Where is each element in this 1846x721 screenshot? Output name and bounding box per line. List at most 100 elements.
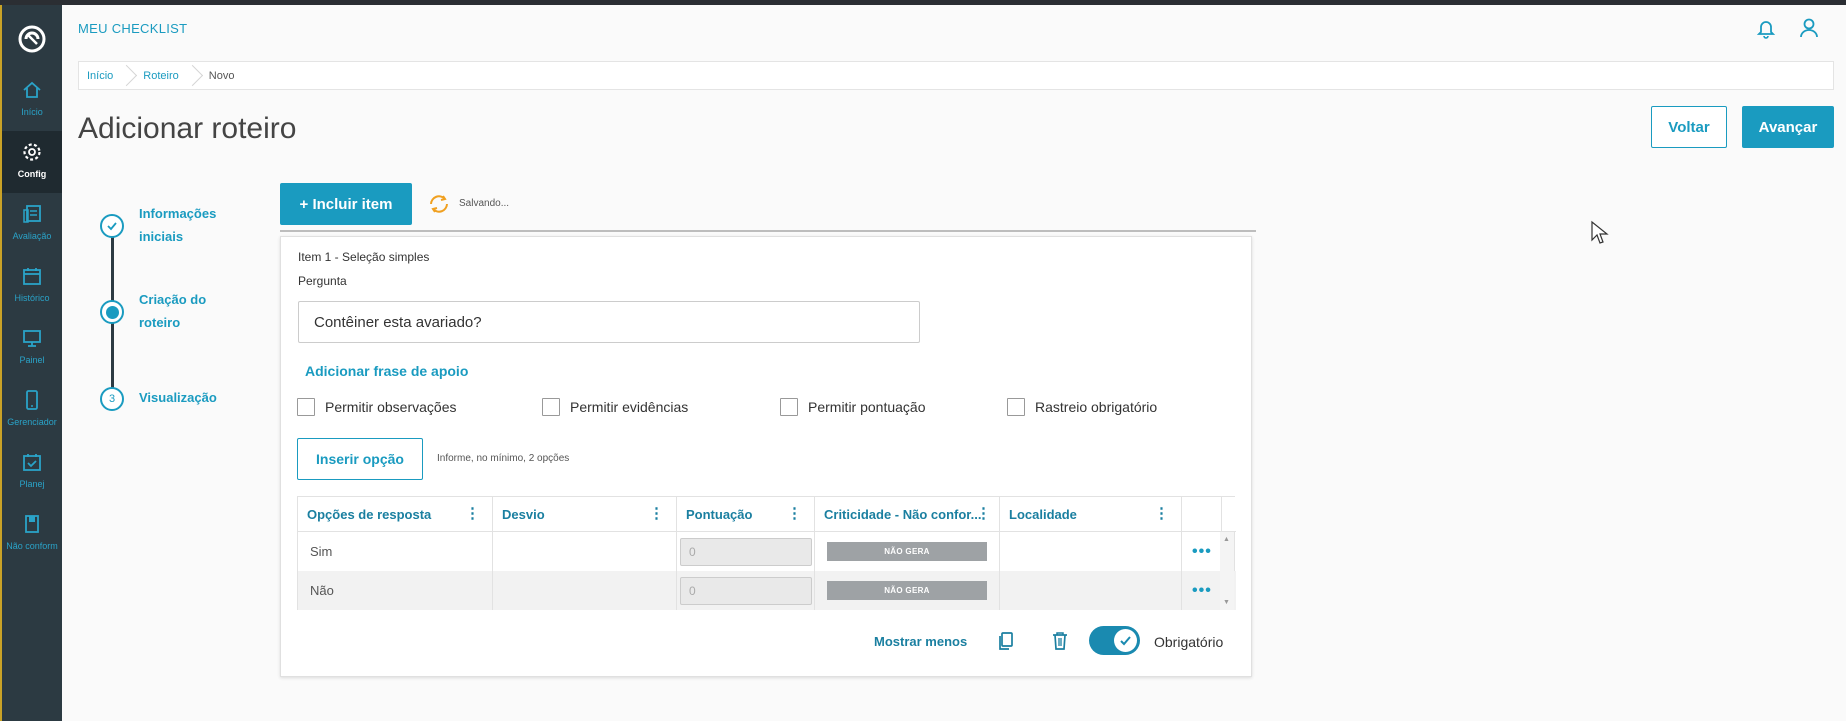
check-icon [107, 222, 117, 231]
cell-opcao[interactable]: Não [298, 571, 493, 610]
column-menu-icon[interactable]: ⋮ [1154, 506, 1169, 521]
column-header-label: Criticidade - Não confor... [824, 507, 982, 522]
step-informacoes-iniciais[interactable]: Informações iniciais [139, 202, 239, 248]
sidebar-item-historico[interactable]: Histórico [2, 255, 62, 317]
calendar-icon [23, 268, 41, 285]
column-menu-icon[interactable]: ⋮ [787, 506, 802, 521]
checkbox-box[interactable] [542, 398, 560, 416]
criticidade-badge[interactable]: NÃO GERA [827, 581, 987, 600]
cell-localidade[interactable] [1000, 532, 1182, 571]
sidebar: Início Config Avaliação Histórico Painel… [0, 5, 62, 721]
card-divider [280, 230, 1256, 232]
column-menu-icon[interactable]: ⋮ [976, 506, 991, 521]
sidebar-item-painel[interactable]: Painel [2, 317, 62, 379]
copy-icon[interactable] [996, 630, 1016, 652]
checkbox-label: Permitir evidências [570, 399, 689, 415]
cell-desvio[interactable] [493, 532, 677, 571]
item-card: Item 1 - Seleção simples Pergunta Adicio… [280, 236, 1252, 677]
sidebar-item-inicio[interactable]: Início [2, 69, 62, 131]
pontuacao-input[interactable]: 0 [680, 576, 812, 605]
column-header-label: Desvio [502, 507, 545, 522]
app-title: MEU CHECKLIST [78, 21, 188, 36]
avancar-button[interactable]: Avançar [1742, 106, 1834, 148]
cell-desvio[interactable] [493, 571, 677, 610]
monitor-icon [23, 330, 41, 347]
step-done-indicator[interactable] [100, 214, 124, 238]
sidebar-item-config[interactable]: Config [2, 131, 62, 193]
column-header-opcoes[interactable]: Opções de resposta ⋮ [298, 497, 493, 532]
sidebar-item-label: Painel [19, 355, 45, 365]
sidebar-item-gerenciador[interactable]: Gerenciador [2, 379, 62, 441]
sidebar-item-label: Avaliação [12, 231, 52, 241]
step-active-indicator[interactable] [100, 300, 124, 324]
column-menu-icon[interactable]: ⋮ [649, 506, 664, 521]
permitir-evidencias-checkbox[interactable]: Permitir evidências [542, 398, 688, 416]
permitir-observacoes-checkbox[interactable]: Permitir observações [297, 398, 457, 416]
window-top-border [0, 0, 1846, 5]
breadcrumb-separator [123, 61, 131, 90]
scroll-up-icon[interactable]: ▲ [1223, 536, 1230, 543]
evaluation-icon [23, 205, 41, 223]
toggle-knob [1114, 629, 1137, 652]
step-number-indicator[interactable]: 3 [100, 387, 124, 411]
sidebar-item-label: Config [17, 169, 47, 179]
adicionar-frase-link[interactable]: Adicionar frase de apoio [305, 363, 468, 379]
item-title: Item 1 - Seleção simples [298, 250, 430, 264]
bell-icon[interactable] [1755, 17, 1777, 39]
column-header-label: Opções de resposta [307, 507, 432, 522]
column-header-localidade[interactable]: Localidade ⋮ [1000, 497, 1182, 532]
sidebar-item-label: Gerenciador [7, 417, 57, 427]
permitir-pontuacao-checkbox[interactable]: Permitir pontuação [780, 398, 926, 416]
table-row[interactable]: Sim 0 NÃO GERA ••• [298, 532, 1236, 571]
incluir-item-button[interactable]: + Incluir item [280, 183, 412, 225]
mostrar-menos-link[interactable]: Mostrar menos [874, 634, 967, 649]
cell-actions: ••• [1182, 571, 1222, 610]
user-icon[interactable] [1798, 17, 1820, 39]
cell-pontuacao: 0 [677, 532, 815, 571]
check-icon [1120, 636, 1131, 646]
cell-criticidade: NÃO GERA [815, 571, 1000, 610]
table-row[interactable]: Não 0 NÃO GERA ••• [298, 571, 1236, 610]
checkbox-box[interactable] [1007, 398, 1025, 416]
checkbox-box[interactable] [780, 398, 798, 416]
sidebar-item-label: Não conform [6, 541, 58, 551]
page-title: Adicionar roteiro [78, 112, 297, 145]
breadcrumb-separator [189, 61, 197, 90]
column-header-actions [1182, 497, 1222, 532]
table-header: Opções de resposta ⋮ Desvio ⋮ Pontuação … [298, 497, 1236, 532]
sync-icon [430, 195, 448, 213]
app-logo-icon[interactable] [18, 25, 46, 53]
breadcrumb: Início Roteiro Novo [78, 61, 1834, 90]
cell-actions: ••• [1182, 532, 1222, 571]
row-menu-icon[interactable]: ••• [1192, 582, 1212, 600]
pergunta-label: Pergunta [298, 274, 347, 288]
sidebar-item-label: Planej [19, 479, 45, 489]
inserir-opcao-button[interactable]: Inserir opção [297, 438, 423, 480]
step-visualizacao[interactable]: Visualização [139, 386, 239, 409]
column-header-desvio[interactable]: Desvio ⋮ [493, 497, 677, 532]
cell-opcao[interactable]: Sim [298, 532, 493, 571]
table-scrollbar[interactable]: ▲ ▼ [1220, 532, 1234, 610]
sidebar-item-planej[interactable]: Planej [2, 441, 62, 503]
pontuacao-input[interactable]: 0 [680, 537, 812, 566]
pergunta-input[interactable] [298, 301, 920, 343]
step-criacao-roteiro[interactable]: Criação do roteiro [139, 288, 239, 334]
cell-localidade[interactable] [1000, 571, 1182, 610]
column-menu-icon[interactable]: ⋮ [465, 506, 480, 521]
sidebar-item-label: Início [21, 107, 43, 117]
obrigatorio-toggle[interactable] [1089, 626, 1140, 655]
column-header-pontuacao[interactable]: Pontuação ⋮ [677, 497, 815, 532]
mobile-icon [26, 390, 38, 410]
rastreio-obrigatorio-checkbox[interactable]: Rastreio obrigatório [1007, 398, 1157, 416]
sidebar-item-nao-conform[interactable]: Não conform [2, 503, 62, 565]
sidebar-item-avaliacao[interactable]: Avaliação [2, 193, 62, 255]
row-menu-icon[interactable]: ••• [1192, 543, 1212, 561]
scroll-down-icon[interactable]: ▼ [1223, 599, 1230, 606]
saving-status: Salvando... [459, 198, 510, 209]
voltar-button[interactable]: Voltar [1651, 106, 1727, 148]
trash-icon[interactable] [1050, 630, 1070, 652]
sidebar-item-label: Histórico [14, 293, 50, 303]
column-header-criticidade[interactable]: Criticidade - Não confor... ⋮ [815, 497, 1000, 532]
checkbox-box[interactable] [297, 398, 315, 416]
criticidade-badge[interactable]: NÃO GERA [827, 542, 987, 561]
